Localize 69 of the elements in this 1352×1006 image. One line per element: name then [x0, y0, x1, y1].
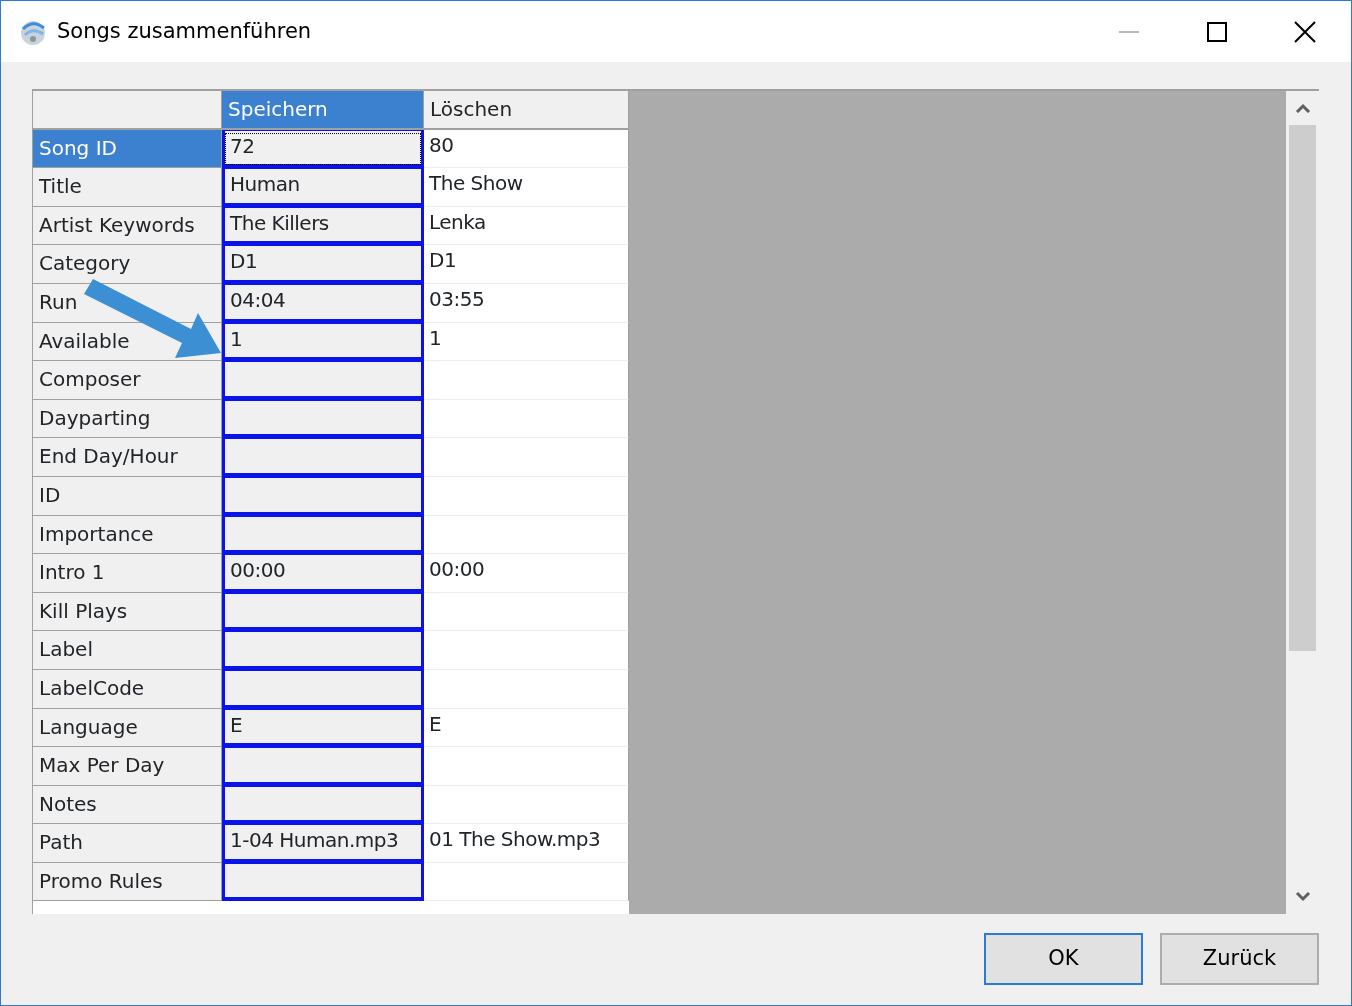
- row-header[interactable]: Category: [33, 245, 222, 284]
- row-header[interactable]: LabelCode: [33, 669, 222, 709]
- row-header[interactable]: Title: [33, 168, 222, 207]
- table-cell[interactable]: E: [222, 708, 424, 748]
- table-cell[interactable]: [222, 476, 424, 516]
- minimize-icon: [1119, 30, 1139, 33]
- table-cell[interactable]: Lenka: [424, 206, 629, 246]
- table-cell[interactable]: [222, 669, 424, 709]
- table-cell[interactable]: Human: [222, 168, 424, 207]
- row-header[interactable]: ID: [33, 476, 222, 516]
- table-cell[interactable]: [222, 747, 424, 786]
- table-cell[interactable]: 01 The Show.mp3: [424, 824, 629, 863]
- row-header[interactable]: Promo Rules: [33, 862, 222, 902]
- table-cell[interactable]: [424, 438, 629, 477]
- row-header[interactable]: Notes: [33, 785, 222, 825]
- row-header[interactable]: Max Per Day: [33, 747, 222, 786]
- row-header[interactable]: Composer: [33, 361, 222, 400]
- scroll-down-icon[interactable]: [1294, 892, 1311, 902]
- window-title: Songs zusammenführen: [57, 17, 312, 45]
- column-header[interactable]: Speichern: [222, 91, 424, 130]
- table-cell[interactable]: [424, 669, 629, 709]
- row-header[interactable]: Label: [33, 631, 222, 670]
- table-cell[interactable]: [222, 438, 424, 477]
- table-cell[interactable]: [222, 785, 424, 825]
- row-header[interactable]: End Day/Hour: [33, 438, 222, 477]
- table-cell[interactable]: 1: [424, 322, 629, 362]
- table-cell[interactable]: [222, 631, 424, 670]
- row-header[interactable]: Song ID: [33, 129, 222, 169]
- row-header[interactable]: Intro 1: [33, 554, 222, 593]
- table-cell[interactable]: E: [424, 708, 629, 748]
- row-header[interactable]: Language: [33, 708, 222, 748]
- table-cell[interactable]: [222, 592, 424, 632]
- table-cell[interactable]: 00:00: [222, 554, 424, 593]
- table-cell[interactable]: 1: [222, 322, 424, 362]
- table-cell[interactable]: [424, 785, 629, 825]
- table-cell[interactable]: [222, 862, 424, 902]
- table-cell[interactable]: 1-04 Human.mp3: [222, 824, 424, 863]
- scroll-up-icon[interactable]: [1294, 103, 1311, 113]
- table-cell[interactable]: D1: [424, 245, 629, 284]
- table-cell[interactable]: 72: [222, 129, 424, 169]
- ok-button[interactable]: OK: [984, 933, 1143, 985]
- row-header[interactable]: Importance: [33, 515, 222, 555]
- table-cell[interactable]: [222, 361, 424, 400]
- table-cell[interactable]: [424, 476, 629, 516]
- table-cell[interactable]: [424, 399, 629, 439]
- table-cell[interactable]: 80: [424, 129, 629, 169]
- table-cell[interactable]: [424, 747, 629, 786]
- maximize-icon: [1207, 21, 1227, 42]
- scrollbar-thumb[interactable]: [1289, 125, 1316, 651]
- table-cell[interactable]: 03:55: [424, 283, 629, 323]
- table-cell[interactable]: [424, 592, 629, 632]
- table-cell[interactable]: D1: [222, 245, 424, 284]
- close-icon: [1294, 20, 1316, 43]
- table-cell[interactable]: [424, 631, 629, 670]
- row-header[interactable]: Path: [33, 824, 222, 863]
- table-cell[interactable]: [222, 399, 424, 439]
- table-cell[interactable]: The Killers: [222, 206, 424, 246]
- table-cell[interactable]: [424, 361, 629, 400]
- row-header[interactable]: Artist Keywords: [33, 206, 222, 246]
- table-cell[interactable]: [222, 515, 424, 555]
- table-cell[interactable]: [424, 862, 629, 902]
- table-cell[interactable]: The Show: [424, 168, 629, 207]
- table-cell[interactable]: 00:00: [424, 554, 629, 593]
- table-cell[interactable]: 04:04: [222, 283, 424, 323]
- table-cell[interactable]: [424, 515, 629, 555]
- column-header[interactable]: Löschen: [424, 91, 629, 130]
- row-header[interactable]: Dayparting: [33, 399, 222, 439]
- back-button[interactable]: Zurück: [1160, 933, 1319, 985]
- row-header[interactable]: Kill Plays: [33, 592, 222, 632]
